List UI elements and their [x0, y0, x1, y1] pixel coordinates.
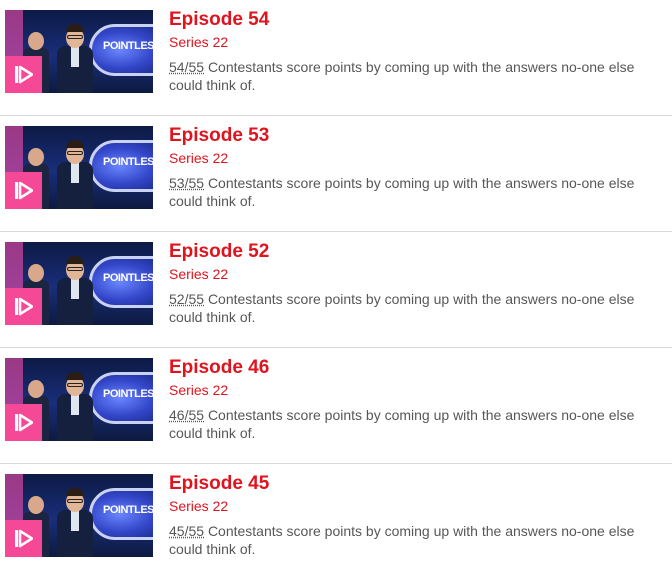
episode-thumbnail[interactable]: POINTLESS [5, 358, 153, 441]
thumbnail-logo-text: POINTLESS [103, 388, 153, 400]
iplayer-play-icon[interactable] [5, 520, 42, 557]
thumbnail-logo-text: POINTLESS [103, 156, 153, 168]
description-text: Contestants score points by coming up wi… [169, 523, 635, 557]
description-text: Contestants score points by coming up wi… [169, 407, 635, 441]
iplayer-play-icon[interactable] [5, 404, 42, 441]
episode-description: 54/55 Contestants score points by coming… [169, 58, 639, 94]
episode-series: Series 22 [169, 382, 229, 398]
episode-info: Episode 53 Series 22 53/55 Contestants s… [169, 124, 664, 210]
episode-description: 52/55 Contestants score points by coming… [169, 290, 639, 326]
episode-list-item[interactable]: POINTLESS Episode 46 Series 22 46/55 Con… [0, 348, 672, 464]
episode-title[interactable]: Episode 52 [169, 240, 664, 264]
availability-count: 45/55 [169, 523, 205, 539]
episode-title[interactable]: Episode 54 [169, 8, 664, 32]
thumbnail-logo-text: POINTLESS [103, 40, 153, 52]
episode-thumbnail[interactable]: POINTLESS [5, 126, 153, 209]
availability-count: 53/55 [169, 175, 205, 191]
episode-thumbnail[interactable]: POINTLESS [5, 242, 153, 325]
description-text: Contestants score points by coming up wi… [169, 59, 635, 93]
episode-list-item[interactable]: POINTLESS Episode 52 Series 22 52/55 Con… [0, 232, 672, 348]
episode-description: 53/55 Contestants score points by coming… [169, 174, 639, 210]
availability-count: 54/55 [169, 59, 205, 75]
episode-series: Series 22 [169, 498, 229, 514]
episode-thumbnail[interactable]: POINTLESS [5, 474, 153, 557]
thumbnail-logo-text: POINTLESS [103, 272, 153, 284]
availability-count: 52/55 [169, 291, 205, 307]
episode-list-item[interactable]: POINTLESS Episode 53 Series 22 53/55 Con… [0, 116, 672, 232]
episode-title[interactable]: Episode 53 [169, 124, 664, 148]
episode-title[interactable]: Episode 46 [169, 356, 664, 380]
episode-title[interactable]: Episode 45 [169, 472, 664, 496]
iplayer-play-icon[interactable] [5, 288, 42, 325]
episode-info: Episode 45 Series 22 45/55 Contestants s… [169, 472, 664, 558]
episode-info: Episode 52 Series 22 52/55 Contestants s… [169, 240, 664, 326]
episode-series: Series 22 [169, 34, 229, 50]
episode-description: 45/55 Contestants score points by coming… [169, 522, 639, 558]
episode-info: Episode 54 Series 22 54/55 Contestants s… [169, 8, 664, 94]
description-text: Contestants score points by coming up wi… [169, 175, 635, 209]
episode-thumbnail[interactable]: POINTLESS [5, 10, 153, 93]
episode-list-item[interactable]: POINTLESS Episode 54 Series 22 54/55 Con… [0, 0, 672, 116]
availability-count: 46/55 [169, 407, 205, 423]
episode-series: Series 22 [169, 266, 229, 282]
episode-list: POINTLESS Episode 54 Series 22 54/55 Con… [0, 0, 672, 580]
iplayer-play-icon[interactable] [5, 56, 42, 93]
description-text: Contestants score points by coming up wi… [169, 291, 635, 325]
episode-series: Series 22 [169, 150, 229, 166]
episode-description: 46/55 Contestants score points by coming… [169, 406, 639, 442]
thumbnail-logo-text: POINTLESS [103, 504, 153, 516]
episode-list-item[interactable]: POINTLESS Episode 45 Series 22 45/55 Con… [0, 464, 672, 580]
episode-info: Episode 46 Series 22 46/55 Contestants s… [169, 356, 664, 442]
iplayer-play-icon[interactable] [5, 172, 42, 209]
